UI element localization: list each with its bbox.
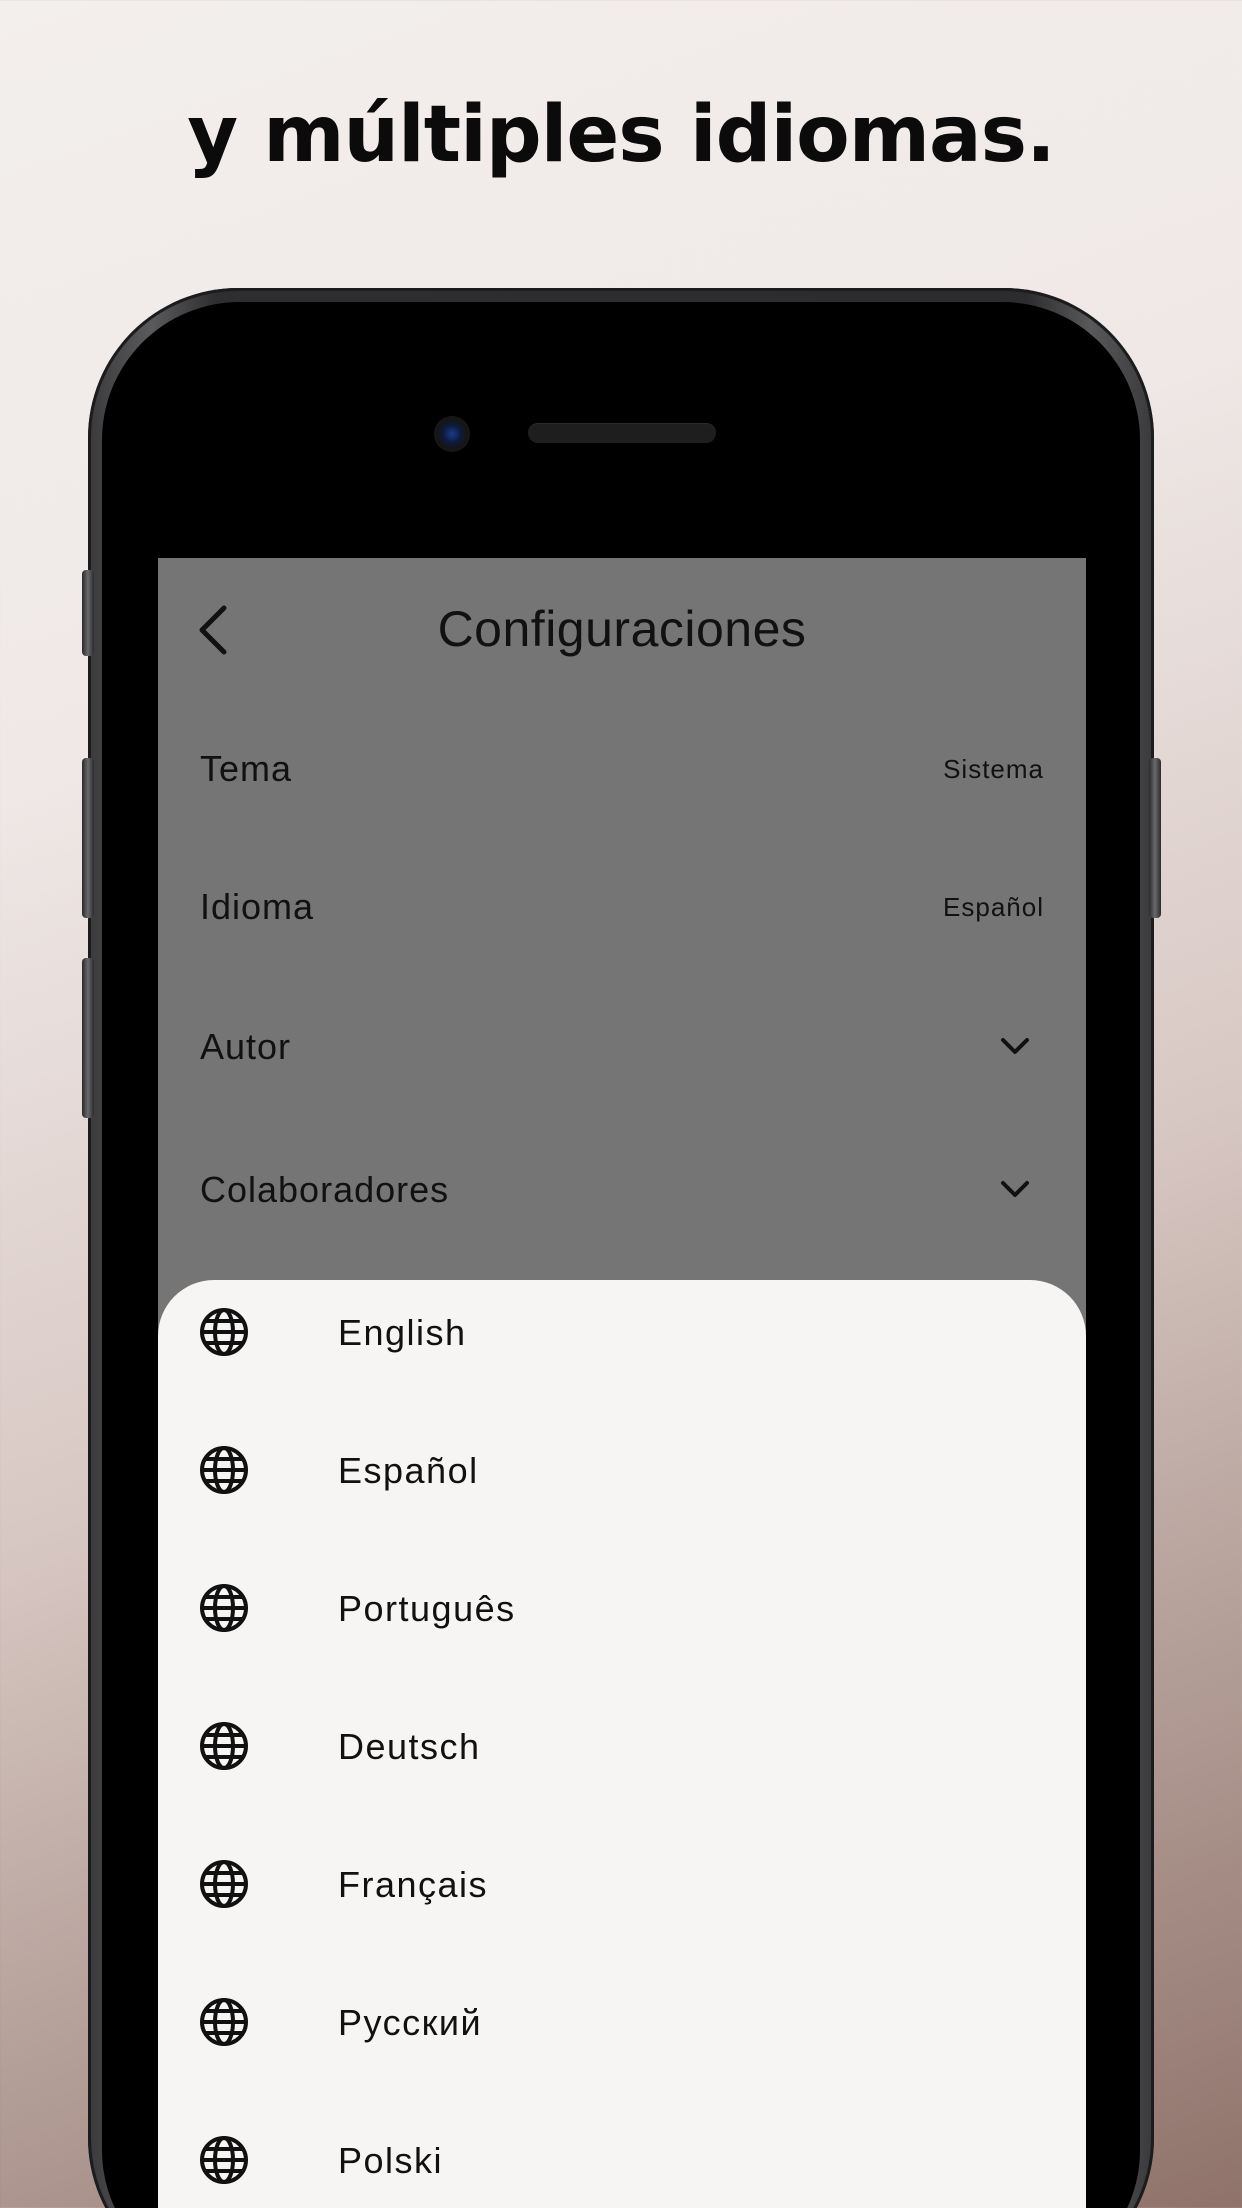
- power-button: [1149, 758, 1161, 918]
- globe-icon: [200, 1722, 248, 1770]
- setting-label: Idioma: [200, 886, 315, 927]
- setting-label: Colaboradores: [200, 1169, 450, 1210]
- language-option-french[interactable]: Français: [198, 1832, 1046, 1932]
- language-option-polish[interactable]: Polski: [198, 2108, 1046, 2208]
- volume-down-button: [82, 958, 94, 1118]
- front-camera: [434, 416, 470, 452]
- language-option-portuguese[interactable]: Português: [198, 1556, 1046, 1656]
- language-option-english[interactable]: English: [198, 1280, 1046, 1380]
- language-label: Deutsch: [338, 1726, 481, 1767]
- mute-switch: [82, 570, 94, 656]
- earpiece-speaker: [528, 423, 716, 443]
- setting-row-author[interactable]: Autor: [200, 1006, 1044, 1086]
- language-picker-sheet: English Español Português Deutsch França…: [158, 1280, 1086, 2208]
- globe-icon: [200, 1860, 248, 1908]
- globe-icon: [200, 1584, 248, 1632]
- volume-up-button: [82, 758, 94, 918]
- navigation-bar: Configuraciones: [158, 558, 1086, 698]
- page-title: Configuraciones: [437, 601, 807, 657]
- language-label: Español: [338, 1450, 479, 1491]
- language-label: English: [338, 1312, 467, 1353]
- setting-label: Autor: [200, 1026, 292, 1067]
- language-label: Polski: [338, 2140, 444, 2181]
- chevron-down-icon[interactable]: [998, 1177, 1032, 1201]
- language-option-german[interactable]: Deutsch: [198, 1694, 1046, 1794]
- chevron-down-icon[interactable]: [998, 1034, 1032, 1058]
- setting-row-language[interactable]: Idioma Español: [200, 866, 1044, 946]
- globe-icon: [200, 2136, 248, 2184]
- setting-label: Tema: [200, 748, 293, 789]
- app-screen: Configuraciones Tema Sistema Idioma Espa…: [158, 558, 1086, 2208]
- globe-icon: [200, 1998, 248, 2046]
- setting-value: Sistema: [943, 754, 1044, 784]
- language-label: Português: [338, 1588, 516, 1629]
- globe-icon: [200, 1446, 248, 1494]
- marketing-headline: y múltiples idiomas.: [187, 90, 1055, 180]
- language-option-spanish[interactable]: Español: [198, 1418, 1046, 1518]
- language-label: Русский: [338, 2002, 483, 2043]
- setting-row-contributors[interactable]: Colaboradores: [200, 1149, 1044, 1229]
- language-label: Français: [338, 1864, 489, 1905]
- setting-value: Español: [943, 892, 1044, 922]
- language-option-russian[interactable]: Русский: [198, 1970, 1046, 2070]
- globe-icon: [200, 1308, 248, 1356]
- setting-row-theme[interactable]: Tema Sistema: [200, 728, 1044, 808]
